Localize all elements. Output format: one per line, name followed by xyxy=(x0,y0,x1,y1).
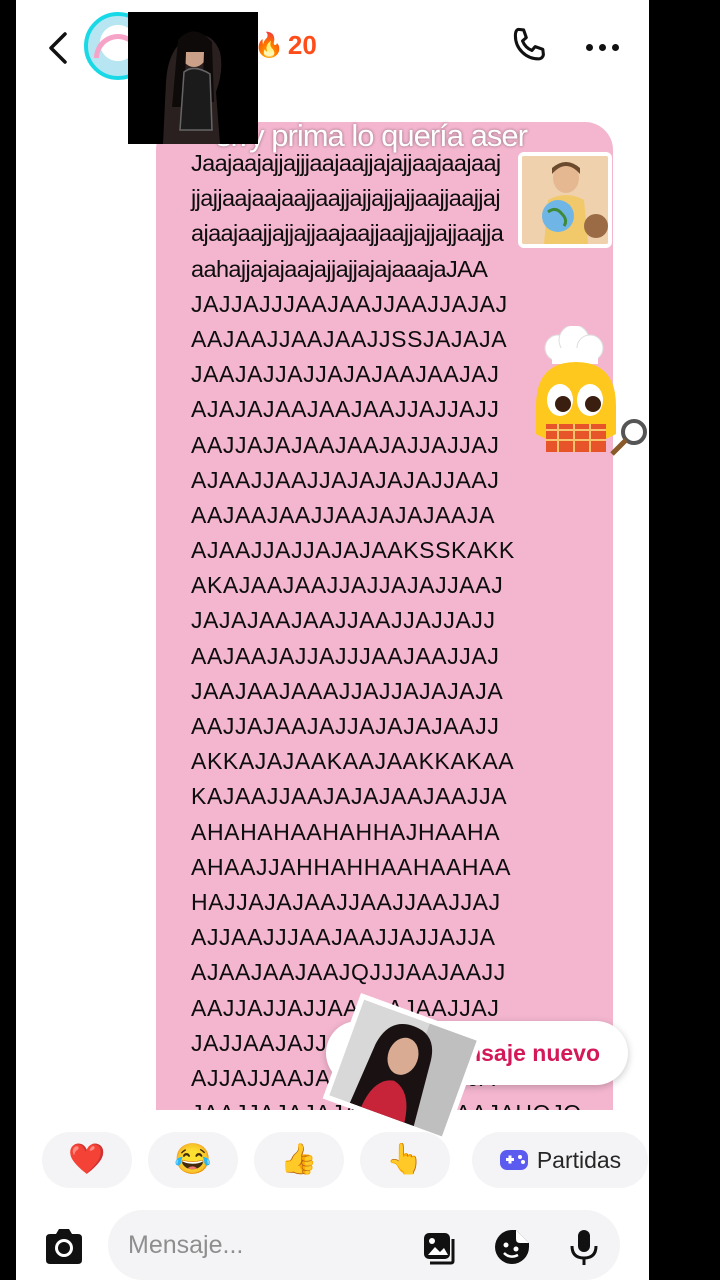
chef-emoji-sticker[interactable] xyxy=(516,324,649,476)
more-dots-icon xyxy=(585,43,593,51)
phone-icon xyxy=(513,27,545,61)
laugh-line: AHAAJJAHHAHHAAHAAHAA xyxy=(191,853,512,880)
laugh-line: KAJAAJJAAJAJAJAAJAAJJA xyxy=(191,783,508,810)
laugh-line: AJAAJJAJJAJAJAAKSSKAKK xyxy=(191,537,515,564)
laugh-line: AHAHAHAAHAHHAJHAAHA xyxy=(191,818,501,845)
laugh-line: AKKAJAJAAKAAJAAKKAKAA xyxy=(191,748,515,775)
laugh-line: HAJJAJAJAAJJAAJJAAJJAJ xyxy=(191,888,501,915)
pointing-hand-icon: 👆 xyxy=(386,1143,424,1176)
chevron-left-icon xyxy=(49,32,67,64)
quick-reply-thumbs-up[interactable]: 👍 xyxy=(254,1132,344,1188)
tears-of-joy-icon: 😂 xyxy=(174,1143,212,1176)
laugh-text-block: Jaajaajajjajjjaajaajjajajjaajaajaaj jjajj… xyxy=(191,146,591,1110)
thumbs-up-icon: 👍 xyxy=(280,1143,318,1176)
microphone-icon[interactable] xyxy=(564,1227,604,1267)
message-input[interactable] xyxy=(128,1222,408,1268)
photo-sticker-kid[interactable] xyxy=(518,152,612,248)
quick-reply-heart[interactable]: ❤️ xyxy=(42,1132,132,1188)
chef-emoji-icon xyxy=(536,324,647,456)
dot xyxy=(611,43,619,51)
laugh-line: JAJJAJJJAAJAAJJAAJJAJAJ xyxy=(191,290,508,317)
message-composer xyxy=(108,1210,620,1280)
chat-header: 🔥 20 xyxy=(16,0,649,100)
heart-icon: ❤️ xyxy=(68,1143,106,1176)
photo-sticker-girl[interactable] xyxy=(128,12,258,144)
call-button[interactable] xyxy=(506,24,552,70)
quick-reply-bar: ❤️ 😂 👍 👆 Partidas xyxy=(42,1132,649,1188)
streak-indicator: 🔥 20 xyxy=(254,30,317,61)
sticker-icon[interactable] xyxy=(492,1227,532,1267)
laugh-line: AJAAJAAJAAJQJJJAAJAAJJ xyxy=(191,959,506,986)
laugh-line: JAAJAAJAAAJJAJJAJAJAJA xyxy=(191,677,504,704)
dm-screen: 🔥 20 Jaajaajajjajjjaajaajjajajjaajaajaaj… xyxy=(16,0,649,1280)
fire-icon: 🔥 xyxy=(254,32,284,59)
laugh-line: aahajjajajaajajjajjajajaaajaJAA xyxy=(191,255,488,282)
streak-count: 20 xyxy=(287,30,317,60)
laugh-line: AAJAAJAAJJAAJAJAJAAJA xyxy=(191,501,496,528)
more-options-button[interactable] xyxy=(580,30,624,64)
games-label: Partidas xyxy=(536,1146,622,1173)
camera-button[interactable] xyxy=(42,1226,86,1268)
laugh-line: AKAJAAJAAJJAJJAJAJJAAJ xyxy=(191,572,504,599)
games-button[interactable]: Partidas xyxy=(472,1132,648,1188)
camera-icon xyxy=(46,1229,82,1264)
girl-silhouette-icon xyxy=(128,12,258,144)
gallery-icon[interactable] xyxy=(420,1227,460,1267)
kid-with-globe-icon xyxy=(522,156,608,244)
overlay-caption: srry prima lo quería aser xyxy=(216,118,528,153)
laugh-line: AJJAAJJJAAJAAJJAJJAJJA xyxy=(191,924,496,951)
laugh-line: AAJJAJAAJAJJAJAJAJAAJJ xyxy=(191,713,500,739)
laugh-line: AAJAAJAJJAJJJAAJAAJJAJ xyxy=(191,642,500,669)
dot xyxy=(598,43,606,51)
new-message-label: nsaje nuevo xyxy=(467,1039,600,1066)
pink-image-message[interactable]: Jaajaajajjajjjaajaajjajajjaajaajaaj jjajj… xyxy=(156,122,613,1110)
laugh-line: JAJAJAAJAAJJAAJJAJJAJJ xyxy=(191,607,496,634)
back-button[interactable] xyxy=(38,26,78,70)
quick-reply-tears-of-joy[interactable]: 😂 xyxy=(148,1132,238,1188)
gamepad-icon xyxy=(499,1150,528,1170)
quick-reply-pointing[interactable]: 👆 xyxy=(360,1132,450,1188)
